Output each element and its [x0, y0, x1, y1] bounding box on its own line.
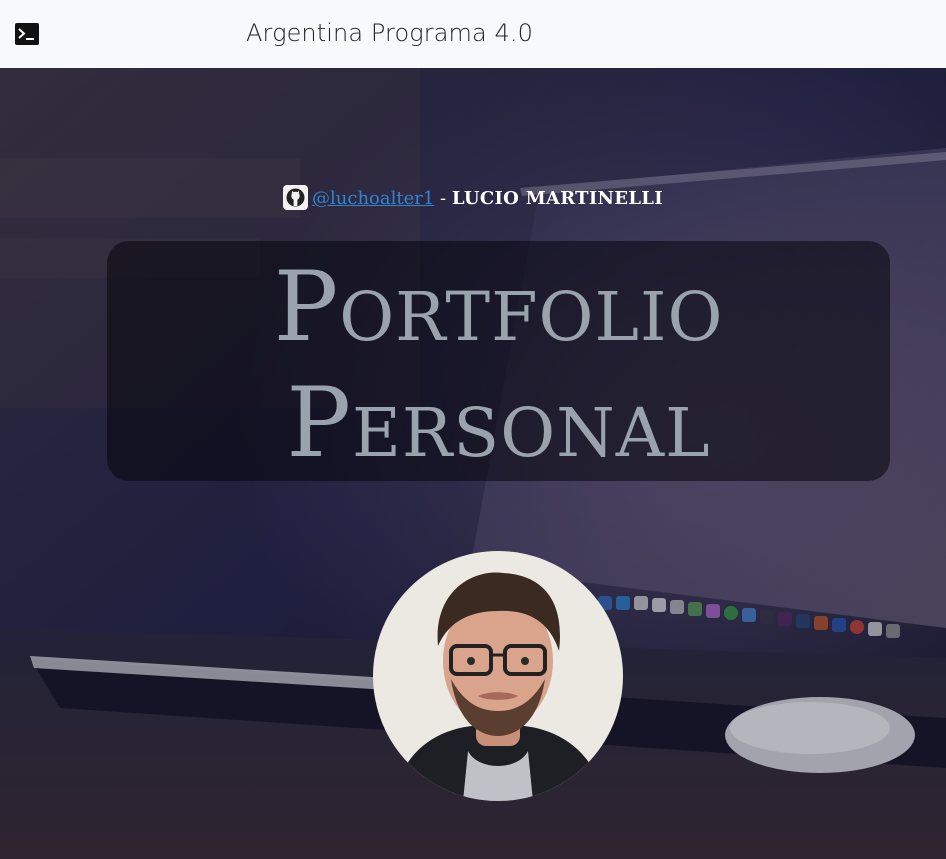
navbar: Argentina Programa 4.0	[0, 0, 946, 68]
avatar-illustration	[373, 551, 623, 801]
title-banner: Portfolio Personal	[107, 241, 890, 481]
github-profile-link[interactable]: @luchoalter1	[312, 188, 434, 209]
title-line-2: Personal	[286, 367, 711, 479]
profile-photo	[373, 551, 623, 801]
navbar-brand[interactable]: Argentina Programa 4.0	[246, 19, 533, 47]
github-icon[interactable]	[283, 185, 309, 210]
hero-section: @luchoalter1 - LUCIO MARTINELLI Portfoli…	[0, 68, 946, 859]
title-line-1: Portfolio	[273, 251, 724, 363]
github-attribution: @luchoalter1 - LUCIO MARTINELLI	[0, 185, 946, 210]
author-name: LUCIO MARTINELLI	[451, 188, 663, 209]
separator: -	[434, 188, 452, 209]
terminal-icon[interactable]	[15, 23, 39, 45]
